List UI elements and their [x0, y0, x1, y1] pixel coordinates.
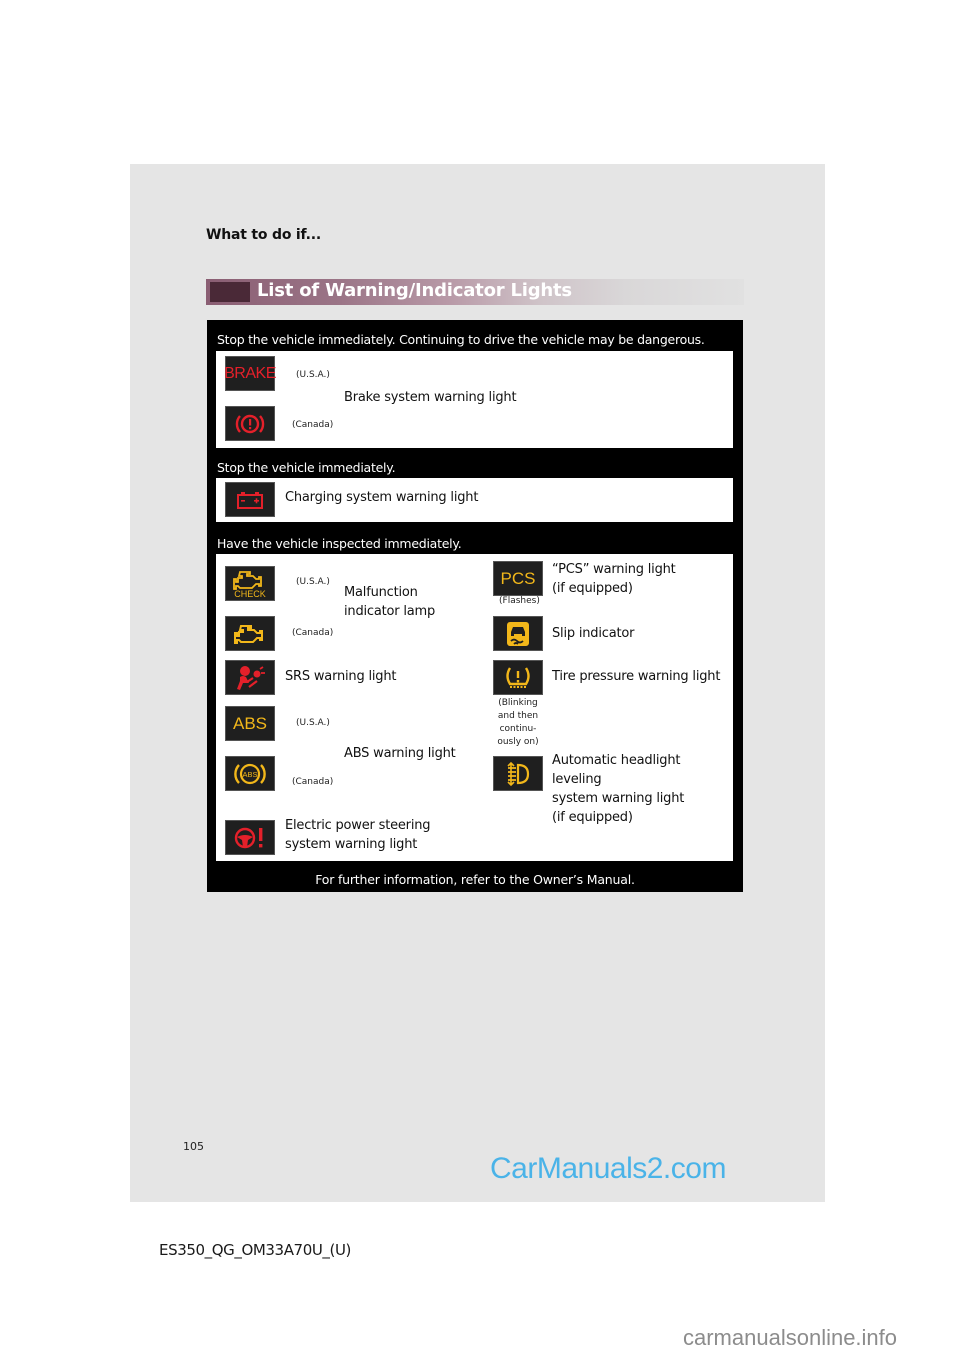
malfunction-label: Malfunction indicator lamp	[344, 585, 436, 619]
region-usa: (U.S.A.)	[296, 718, 330, 728]
battery-icon	[225, 482, 275, 517]
headlight-leveling-label: Automatic headlight leveling system warn…	[552, 753, 685, 825]
watermark-carmanuals2: CarManuals2.com	[490, 1152, 726, 1185]
group-brake: BRAKE (U.S.A.) (Canada) Brake system war…	[216, 351, 733, 448]
region-usa: (U.S.A.)	[296, 370, 330, 380]
pcs-icon: PCS	[493, 561, 543, 596]
warning-lights-box: Stop the vehicle immediately. Continuing…	[207, 320, 743, 892]
headlight-leveling-icon	[493, 756, 543, 791]
group-charging: Charging system warning light	[216, 478, 733, 522]
watermark-carmanualsonline: carmanualsonline.info	[683, 1325, 898, 1350]
pcs-label: “PCS” warning light (if equipped)	[552, 562, 676, 596]
document-code: ES350_QG_OM33A70U_(U)	[159, 1241, 352, 1259]
abs-text-icon: ABS	[225, 706, 275, 741]
eps-label: Electric power steering system warning l…	[285, 818, 431, 852]
page-title: List of Warning/Indicator Lights	[257, 280, 572, 301]
check-engine-icon: CHECK	[225, 566, 275, 601]
srs-label: SRS warning light	[285, 669, 397, 684]
region-canada: (Canada)	[292, 628, 334, 638]
svg-text:ABS: ABS	[242, 770, 257, 779]
group-heading-stop: Stop the vehicle immediately.	[217, 460, 396, 475]
brake-text-icon: BRAKE	[224, 356, 276, 391]
pcs-note: (Flashes)	[499, 596, 540, 606]
abs-circle-icon: ABS	[225, 756, 275, 791]
section-label: What to do if...	[206, 227, 322, 243]
slip-label: Slip indicator	[552, 626, 635, 641]
group-heading-inspect: Have the vehicle inspected immediately.	[217, 536, 462, 551]
engine-icon	[225, 616, 275, 651]
region-canada: (Canada)	[292, 420, 334, 430]
title-bar: List of Warning/Indicator Lights	[206, 279, 744, 305]
region-usa: (U.S.A.)	[296, 577, 330, 587]
page-number: 105	[183, 1140, 204, 1153]
brake-circle-icon	[225, 406, 275, 441]
charging-label: Charging system warning light	[285, 490, 479, 505]
brake-label: Brake system warning light	[344, 390, 517, 405]
steering-warning-icon	[225, 820, 275, 855]
abs-label: ABS warning light	[344, 746, 456, 761]
footer-note: For further information, refer to the Ow…	[315, 872, 635, 887]
region-canada: (Canada)	[292, 777, 334, 787]
tire-pressure-label: Tire pressure warning light	[552, 669, 721, 684]
group-inspect: CHECK (U.S.A.) (Canada) Malfunction indi…	[216, 554, 733, 861]
airbag-icon	[225, 660, 275, 695]
tire-pressure-note: (Blinking and then continu- ously on)	[497, 698, 539, 747]
svg-text:CHECK: CHECK	[234, 589, 266, 599]
group-heading-stop-dangerous: Stop the vehicle immediately. Continuing…	[217, 332, 705, 347]
title-swatch	[210, 282, 250, 302]
tire-pressure-icon	[493, 660, 543, 695]
slip-icon	[493, 616, 543, 651]
